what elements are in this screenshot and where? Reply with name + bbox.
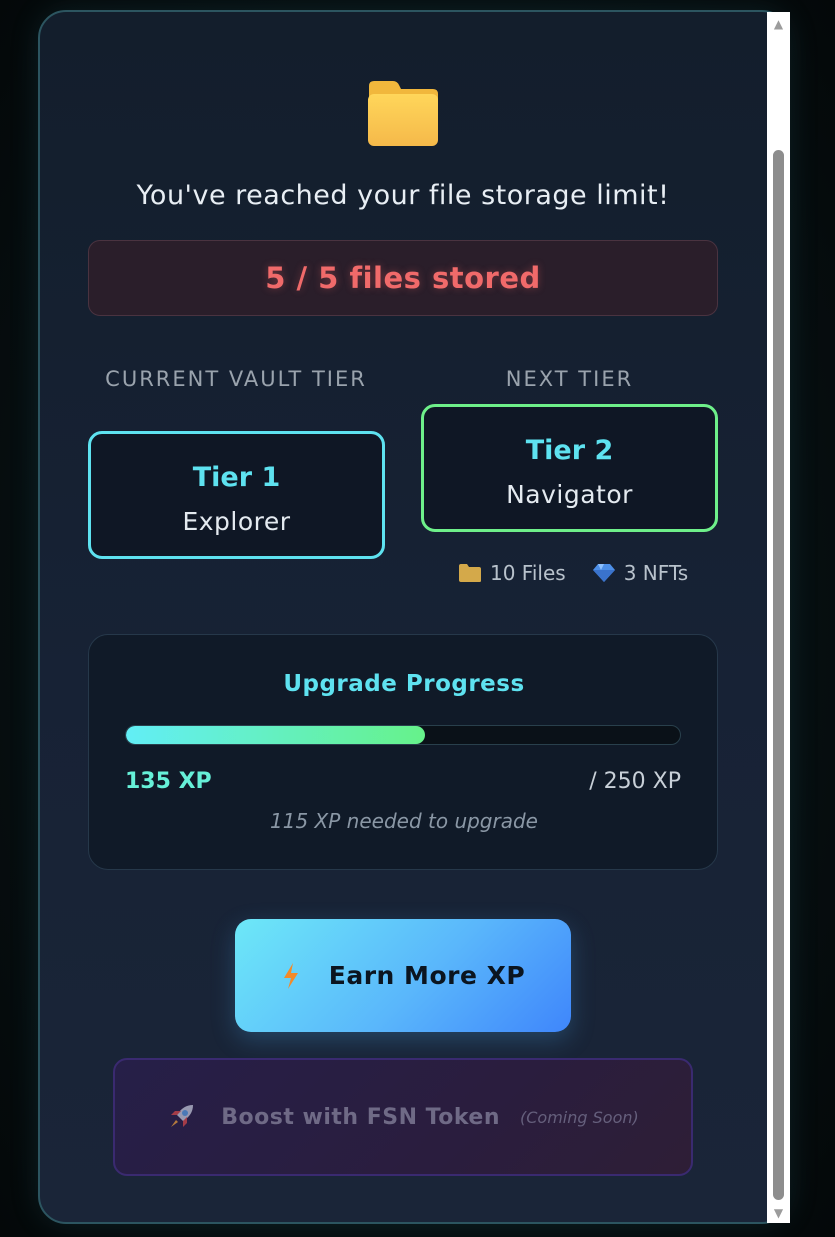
storage-status-box: 5 / 5 files stored	[88, 240, 718, 316]
coming-soon-note: (Coming Soon)	[520, 1107, 639, 1127]
next-tier-card: Tier 2 Navigator	[421, 404, 718, 532]
xp-progress-fill	[126, 726, 426, 744]
rocket-icon	[167, 1103, 195, 1131]
current-tier-label: CURRENT VAULT TIER	[105, 367, 367, 391]
scroll-down-arrow[interactable]: ▼	[767, 1203, 790, 1223]
perk-files: 10 Files	[458, 561, 566, 585]
perk-nfts: 3 NFTs	[592, 561, 689, 585]
perk-nfts-label: 3 NFTs	[623, 561, 689, 585]
next-tier-number: Tier 2	[525, 435, 614, 466]
scroll-up-arrow[interactable]: ▲	[767, 14, 790, 34]
current-tier-card: Tier 1 Explorer	[88, 431, 385, 559]
earn-more-xp-label: Earn More XP	[328, 961, 526, 990]
next-tier-perks: 10 Files 3 NFTs	[458, 558, 714, 588]
storage-status-text: 5 / 5 files stored	[265, 261, 541, 295]
upgrade-progress-card: Upgrade Progress 135 XP / 250 XP 115 XP …	[88, 634, 718, 870]
dialog-title: You've reached your file storage limit!	[136, 180, 670, 211]
current-xp: 135 XP	[125, 769, 212, 794]
perk-files-label: 10 Files	[490, 561, 566, 585]
next-tier-label: NEXT TIER	[505, 367, 634, 391]
next-tier-name: Navigator	[506, 480, 633, 509]
boost-fsn-label: Boost with FSN Token	[221, 1104, 500, 1130]
diamond-icon	[592, 564, 615, 582]
boost-fsn-button[interactable]: Boost with FSN Token (Coming Soon)	[113, 1058, 693, 1176]
scroll-thumb[interactable]	[773, 150, 784, 1200]
folder-icon	[367, 80, 439, 146]
target-xp: / 250 XP	[589, 769, 681, 794]
earn-more-xp-button[interactable]: Earn More XP	[235, 919, 571, 1032]
current-tier-number: Tier 1	[192, 462, 281, 493]
xp-progress-bar	[125, 725, 681, 745]
scrollbar[interactable]: ▲ ▼	[767, 12, 790, 1223]
xp-needed-text: 115 XP needed to upgrade	[270, 809, 538, 833]
current-tier-name: Explorer	[182, 507, 291, 536]
lightning-icon	[281, 962, 301, 990]
progress-title: Upgrade Progress	[283, 671, 525, 697]
folder-icon	[459, 564, 481, 582]
